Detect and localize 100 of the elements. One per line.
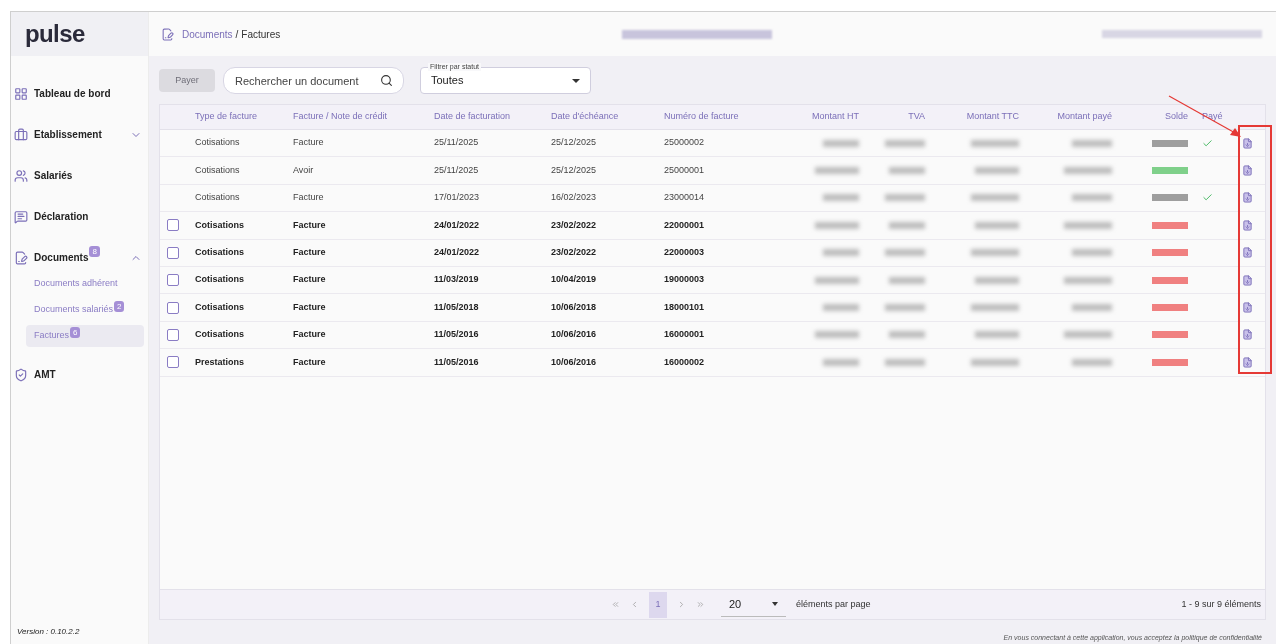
message-icon (14, 209, 28, 224)
redacted-amount (815, 276, 859, 284)
table-cell-text: 17/01/2023 (434, 191, 481, 205)
table-cell-text: 16000001 (664, 328, 706, 342)
redacted-amount (889, 167, 925, 175)
redacted-amount (885, 358, 925, 366)
download-document-icon[interactable] (1242, 165, 1253, 177)
sidebar-subitem[interactable]: Documents salariés 2 (26, 299, 144, 321)
table-cell-text: 11/03/2019 (434, 273, 480, 287)
table-cell-text: Facture (293, 355, 327, 369)
table-cell-text: Facture (293, 218, 327, 232)
row-checkbox[interactable] (167, 219, 179, 232)
shield-icon (14, 367, 28, 382)
sidebar-label: Déclaration (34, 210, 89, 224)
table-cell-text: 19000003 (664, 273, 706, 287)
table-cell-text: 25000001 (664, 163, 706, 177)
table-cell-text: Cotisations (195, 218, 245, 232)
dropdown-caret-icon (572, 78, 580, 83)
row-checkbox[interactable] (167, 246, 179, 259)
table-cell-text: 11/05/2016 (434, 355, 480, 369)
pagination-range: 1 - 9 sur 9 éléments (1181, 597, 1261, 611)
download-document-icon[interactable] (1242, 192, 1253, 204)
page-size-dropdown[interactable]: 20 (720, 592, 786, 617)
breadcrumb-separator: / (235, 27, 239, 42)
sidebar-label: Etablissement (34, 128, 102, 142)
column-header: Montant payé (1057, 110, 1112, 124)
redacted-amount (975, 221, 1019, 229)
breadcrumb-current: Factures (241, 27, 281, 42)
table-cell-text: 10/06/2016 (551, 355, 598, 369)
sidebar-item[interactable]: Etablissement (11, 121, 148, 148)
search-icon (380, 74, 393, 87)
table-cell-text: 18000101 (664, 300, 706, 314)
document-pen-icon (161, 27, 174, 41)
redacted-amount (815, 331, 859, 339)
redacted-amount (1064, 276, 1112, 284)
people-icon (14, 168, 28, 183)
count-badge: 6 (70, 327, 81, 338)
table-cell-text: 25/12/2025 (551, 136, 598, 150)
sidebar-item[interactable]: Tableau de bord (11, 80, 148, 107)
download-document-icon[interactable] (1242, 329, 1253, 341)
sidebar-label: Salariés (34, 169, 73, 183)
page-size-label: éléments par page (795, 597, 871, 611)
table-cell-text: Facture (293, 300, 327, 314)
download-document-icon[interactable] (1242, 219, 1253, 231)
table-cell-text: 10/04/2019 (551, 273, 598, 287)
table-cell-text: Avoir (293, 163, 315, 177)
redacted-amount (971, 194, 1019, 202)
redacted-amount (823, 358, 859, 366)
redacted-amount (1072, 249, 1112, 257)
row-checkbox[interactable] (167, 356, 179, 369)
sidebar-subitem[interactable]: Documents adhérent (26, 273, 144, 295)
column-header: TVA (908, 110, 925, 124)
table-cell-text: Cotisations (195, 136, 241, 150)
row-checkbox[interactable] (167, 328, 179, 341)
redacted-amount (1072, 194, 1112, 202)
redacted-amount (889, 331, 925, 339)
table-cell-text: Facture (293, 136, 325, 150)
table-cell-text: 25/11/2025 (434, 136, 480, 150)
redacted-amount (975, 167, 1019, 175)
sidebar-item[interactable]: AMT (11, 361, 148, 388)
row-checkbox[interactable] (167, 301, 179, 314)
row-checkbox[interactable] (167, 274, 179, 287)
redacted-amount (889, 221, 925, 229)
redacted-amount (1064, 221, 1112, 229)
column-header: Date d'échéance (551, 110, 620, 124)
column-header: Solde (1164, 110, 1188, 124)
redacted-amount (971, 304, 1019, 312)
dropdown-caret-icon (771, 602, 778, 606)
redacted-amount (823, 194, 859, 202)
redacted-amount (885, 249, 925, 257)
redacted-amount (885, 304, 925, 312)
table-cell-text: 25/11/2025 (434, 163, 480, 177)
sidebar-item[interactable]: Déclaration (11, 203, 148, 230)
column-header: Numéro de facture (664, 110, 740, 124)
download-document-icon[interactable] (1242, 274, 1253, 286)
table-cell-text: 11/05/2016 (434, 328, 480, 342)
download-document-icon[interactable] (1242, 137, 1253, 149)
redacted-amount (885, 139, 925, 147)
search-field[interactable]: Rechercher un document (223, 67, 404, 94)
table-cell-text: 23/02/2022 (551, 218, 598, 232)
table-cell-text: Cotisations (195, 246, 245, 259)
download-document-icon[interactable] (1242, 356, 1253, 368)
download-document-icon[interactable] (1242, 302, 1253, 314)
table-cell-text: 16000002 (664, 355, 706, 369)
column-header: Date de facturation (434, 110, 512, 124)
sidebar-item[interactable]: Documents 8 (11, 244, 148, 271)
breadcrumb-link[interactable]: Documents (182, 26, 233, 42)
redacted-amount (971, 139, 1019, 147)
table-cell-text: 23000014 (664, 191, 706, 205)
sidebar-item[interactable]: Salariés (11, 162, 148, 189)
column-header: Facture / Note de crédit (293, 110, 389, 124)
table-cell-text: Facture (293, 246, 327, 259)
document-pen-icon (14, 250, 28, 265)
table-cell-text: 22000001 (664, 218, 706, 232)
briefcase-icon (14, 127, 28, 142)
redacted-amount (823, 249, 859, 257)
download-document-icon[interactable] (1242, 247, 1253, 259)
table-cell-text: Prestations (195, 355, 246, 369)
redacted-amount (975, 276, 1019, 284)
redacted-amount (1064, 331, 1112, 339)
